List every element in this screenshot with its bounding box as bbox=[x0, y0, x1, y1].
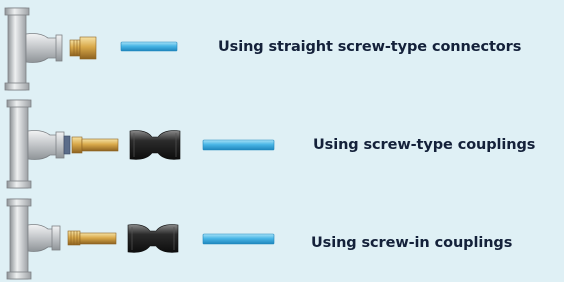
black-coupling bbox=[129, 130, 181, 160]
blue-pipe bbox=[202, 233, 275, 245]
tee-fitting bbox=[6, 99, 71, 189]
blue-pipe bbox=[202, 139, 275, 151]
caption-screw-type-couplings: Using screw-type couplings bbox=[313, 137, 536, 153]
tee-fitting bbox=[6, 198, 61, 280]
connection-methods-diagram: Using straight screw-type connectors Usi… bbox=[0, 0, 564, 282]
tee-fitting bbox=[4, 7, 63, 91]
caption-straight-screw-connectors: Using straight screw-type connectors bbox=[218, 39, 522, 55]
row-screw-type-couplings: Using screw-type couplings bbox=[0, 95, 564, 195]
brass-adapter bbox=[67, 230, 117, 246]
row-screw-in-couplings: Using screw-in couplings bbox=[0, 195, 564, 282]
black-coupling bbox=[127, 224, 179, 253]
row-straight-screw-connectors: Using straight screw-type connectors bbox=[0, 0, 564, 95]
brass-adapter bbox=[71, 136, 119, 154]
blue-pipe bbox=[120, 41, 178, 52]
caption-screw-in-couplings: Using screw-in couplings bbox=[311, 235, 513, 251]
brass-connector bbox=[69, 36, 97, 60]
